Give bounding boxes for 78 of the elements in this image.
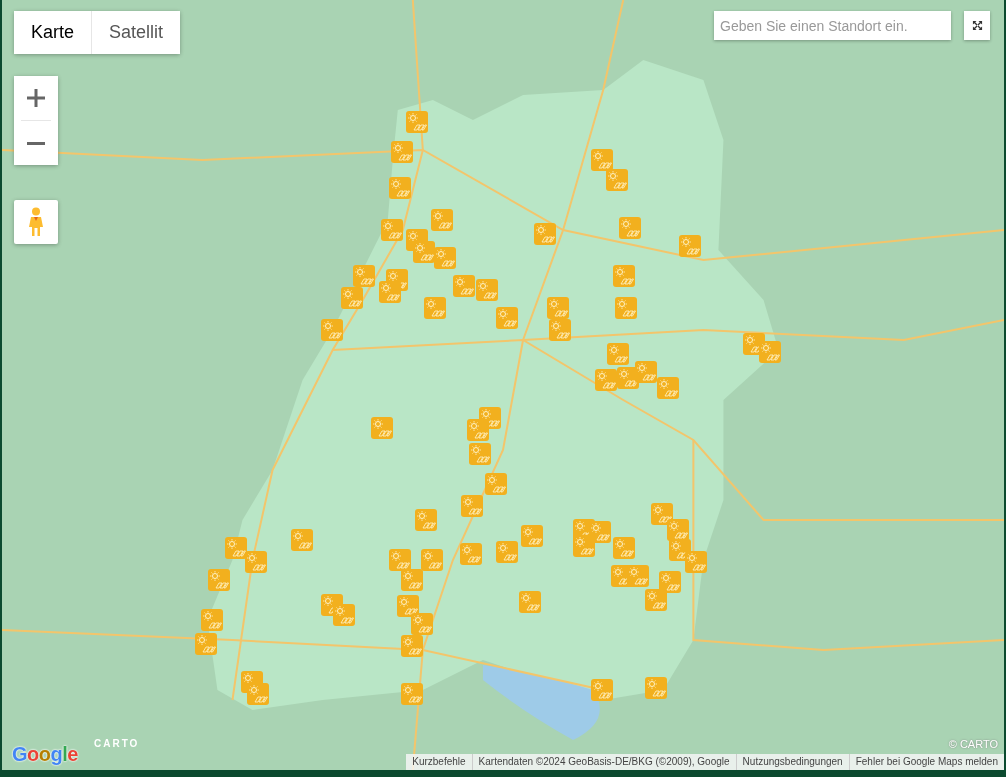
solar-park-marker-icon[interactable] (591, 679, 613, 701)
solar-park-marker-icon[interactable] (401, 683, 423, 705)
solar-park-marker-icon[interactable] (685, 551, 707, 573)
solar-park-marker-icon[interactable] (759, 341, 781, 363)
fullscreen-button[interactable] (964, 11, 990, 40)
solar-park-marker-icon[interactable] (401, 635, 423, 657)
zoom-out-button[interactable] (14, 121, 58, 165)
solar-park-marker-icon[interactable] (619, 217, 641, 239)
solar-park-marker-icon[interactable] (613, 537, 635, 559)
solar-park-marker-icon[interactable] (401, 569, 423, 591)
solar-park-marker-icon[interactable] (547, 297, 569, 319)
solar-park-marker-icon[interactable] (389, 549, 411, 571)
solar-park-marker-icon[interactable] (573, 535, 595, 557)
fullscreen-icon (971, 20, 983, 31)
solar-park-marker-icon[interactable] (521, 525, 543, 547)
solar-park-marker-icon[interactable] (635, 361, 657, 383)
solar-park-marker-icon[interactable] (496, 307, 518, 329)
solar-park-marker-icon[interactable] (195, 633, 217, 655)
solar-park-marker-icon[interactable] (476, 279, 498, 301)
carto-logo: CARTO (94, 738, 140, 750)
solar-park-marker-icon[interactable] (245, 551, 267, 573)
solar-park-marker-icon[interactable] (208, 569, 230, 591)
solar-park-marker-icon[interactable] (485, 473, 507, 495)
solar-park-marker-icon[interactable] (333, 604, 355, 626)
map-type-tab[interactable]: Satellit (91, 11, 181, 54)
solar-park-marker-icon[interactable] (591, 149, 613, 171)
solar-park-marker-icon[interactable] (424, 297, 446, 319)
zoom-in-button[interactable] (14, 76, 58, 120)
solar-park-marker-icon[interactable] (434, 247, 456, 269)
solar-park-marker-icon[interactable] (389, 177, 411, 199)
solar-park-marker-icon[interactable] (595, 369, 617, 391)
street-view-button[interactable] (14, 200, 58, 244)
solar-park-marker-icon[interactable] (657, 377, 679, 399)
solar-park-marker-icon[interactable] (627, 565, 649, 587)
person-icon (29, 207, 43, 237)
solar-park-marker-icon[interactable] (667, 519, 689, 541)
solar-park-marker-icon[interactable] (321, 319, 343, 341)
solar-park-marker-icon[interactable] (247, 683, 269, 705)
solar-park-marker-icon[interactable] (371, 417, 393, 439)
solar-park-marker-icon[interactable] (615, 297, 637, 319)
solar-park-marker-icon[interactable] (645, 677, 667, 699)
solar-park-marker-icon[interactable] (381, 219, 403, 241)
solar-park-marker-icon[interactable] (467, 419, 489, 441)
solar-park-marker-icon[interactable] (645, 589, 667, 611)
solar-park-marker-icon[interactable] (201, 609, 223, 631)
attribution-link[interactable]: Kurzbefehle (406, 754, 472, 770)
solar-park-marker-icon[interactable] (415, 509, 437, 531)
solar-park-marker-icon[interactable] (613, 265, 635, 287)
solar-park-marker-icon[interactable] (460, 543, 482, 565)
plus-icon (27, 89, 45, 107)
solar-park-marker-icon[interactable] (659, 571, 681, 593)
solar-park-marker-icon[interactable] (291, 529, 313, 551)
solar-park-marker-icon[interactable] (519, 591, 541, 613)
solar-park-marker-icon[interactable] (534, 223, 556, 245)
minus-icon (27, 141, 45, 145)
solar-park-marker-icon[interactable] (679, 235, 701, 257)
solar-park-marker-icon[interactable] (225, 537, 247, 559)
solar-park-marker-icon[interactable] (607, 343, 629, 365)
solar-park-marker-icon[interactable] (469, 443, 491, 465)
solar-park-marker-icon[interactable] (421, 549, 443, 571)
copyright-text: © CARTO (948, 737, 998, 751)
solar-park-marker-icon[interactable] (406, 111, 428, 133)
solar-park-marker-icon[interactable] (341, 287, 363, 309)
solar-park-marker-icon[interactable] (353, 265, 375, 287)
solar-park-marker-icon[interactable] (379, 281, 401, 303)
solar-park-marker-icon[interactable] (453, 275, 475, 297)
solar-park-marker-icon[interactable] (549, 319, 571, 341)
search-field[interactable]: Geben Sie einen Standort ein. (714, 11, 951, 40)
solar-park-marker-icon[interactable] (461, 495, 483, 517)
solar-park-marker-icon[interactable] (651, 503, 673, 525)
solar-park-marker-icon[interactable] (397, 595, 419, 617)
solar-park-marker-icon[interactable] (496, 541, 518, 563)
solar-park-marker-icon[interactable] (413, 241, 435, 263)
solar-park-marker-icon[interactable] (391, 141, 413, 163)
solar-park-marker-icon[interactable] (606, 169, 628, 191)
map-type-tab[interactable]: Karte (14, 11, 92, 54)
solar-park-marker-icon[interactable] (411, 613, 433, 635)
solar-park-marker-icon[interactable] (431, 209, 453, 231)
